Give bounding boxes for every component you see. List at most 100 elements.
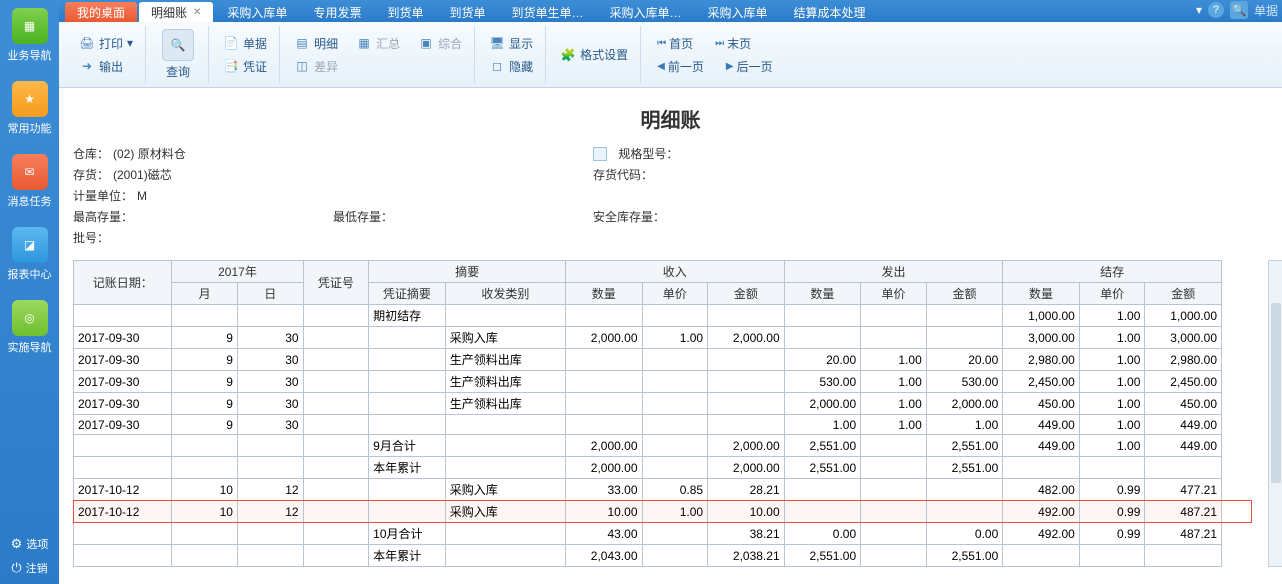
query-label: 查询 (166, 63, 190, 80)
table-row[interactable]: 2017-09-30930采购入库2,000.001.002,000.003,0… (74, 327, 1222, 349)
col-date[interactable]: 记账日期： (74, 261, 172, 305)
table-row[interactable]: 2017-09-30930生产领料出库530.001.00530.002,450… (74, 371, 1222, 393)
table-row[interactable]: 2017-09-30930生产领料出库2,000.001.002,000.004… (74, 393, 1222, 415)
tab-item[interactable]: 采购入库单 (215, 2, 299, 22)
cell: 2,551.00 (926, 435, 1003, 457)
logout-button[interactable]: ⏻注销 (11, 560, 47, 576)
col-bal-price[interactable]: 单价 (1079, 283, 1145, 305)
cell: 2,551.00 (926, 457, 1003, 479)
col-in[interactable]: 收入 (565, 261, 784, 283)
cell (642, 415, 708, 435)
cell: 487.21 (1145, 501, 1222, 523)
table-row[interactable]: 本年累计2,000.002,000.002,551.002,551.00 (74, 457, 1222, 479)
col-bal-qty[interactable]: 数量 (1003, 283, 1080, 305)
cell: 2,551.00 (784, 435, 861, 457)
col-vsum[interactable]: 凭证摘要 (369, 283, 446, 305)
first-icon: ⏮ (657, 38, 666, 49)
help-icon[interactable]: ? (1208, 2, 1224, 18)
comprehensive-button: ▣综合 (414, 32, 466, 55)
cell: 20.00 (926, 349, 1003, 371)
spec-label: 规格型号： (618, 145, 678, 162)
format-button[interactable]: 🧩格式设置 (556, 43, 632, 66)
table-row[interactable]: 2017-10-121012采购入库33.000.8528.21482.000.… (74, 479, 1222, 501)
sidebar-item-messages[interactable]: ✉ 消息任务 (8, 154, 52, 209)
table-row[interactable]: 2017-10-121012采购入库10.001.0010.00492.000.… (74, 501, 1222, 523)
prev-page-button[interactable]: ◀前一页 (651, 55, 710, 78)
cell (784, 305, 861, 327)
detail-icon: ▤ (294, 35, 310, 51)
code-label: 存货代码： (593, 166, 653, 183)
tab-item[interactable]: 采购入库单… (598, 2, 694, 22)
cell: 本年累计 (369, 457, 446, 479)
col-voucher[interactable]: 凭证号 (303, 261, 369, 305)
cell (861, 501, 927, 523)
col-out-price[interactable]: 单价 (861, 283, 927, 305)
sidebar-item-favorites[interactable]: ★ 常用功能 (8, 81, 52, 136)
cell: 33.00 (565, 479, 642, 501)
tabs-bar: 我的桌面 明细账✕采购入库单专用发票到货单到货单到货单生单…采购入库单…采购入库… (59, 0, 1282, 22)
cell (74, 523, 172, 545)
options-button[interactable]: ⚙选项 (11, 536, 49, 552)
cell: 2,450.00 (1145, 371, 1222, 393)
tab-item[interactable]: 结算成本处理 (782, 2, 878, 22)
sidebar-item-biznav[interactable]: ▦ 业务导航 (8, 8, 52, 63)
tab-item[interactable]: 采购入库单 (696, 2, 780, 22)
table-row[interactable]: 2017-09-309301.001.001.00449.001.00449.0… (74, 415, 1222, 435)
cell (369, 371, 446, 393)
hide-button[interactable]: ◻隐藏 (485, 55, 537, 78)
scrollbar-thumb[interactable] (1271, 303, 1281, 483)
col-day[interactable]: 日 (237, 283, 303, 305)
col-out-amount[interactable]: 金额 (926, 283, 1003, 305)
tab-item[interactable]: 到货单 (375, 2, 435, 22)
cell: 9 (172, 393, 238, 415)
vertical-scrollbar[interactable] (1268, 260, 1282, 567)
table-row[interactable]: 本年累计2,043.002,038.212,551.002,551.00 (74, 545, 1222, 567)
table-row[interactable]: 9月合计2,000.002,000.002,551.002,551.00449.… (74, 435, 1222, 457)
cell: 2,000.00 (565, 457, 642, 479)
col-year[interactable]: 2017年 (172, 261, 303, 283)
col-summary[interactable]: 摘要 (369, 261, 566, 283)
detail-button[interactable]: ▤明细 (290, 32, 342, 55)
tab-item[interactable]: 到货单生单… (499, 2, 595, 22)
table-row[interactable]: 期初结存1,000.001.001,000.00 (74, 305, 1222, 327)
message-icon: ✉ (12, 154, 48, 190)
tab-item[interactable]: 到货单 (437, 2, 497, 22)
cell (172, 545, 238, 567)
first-page-button[interactable]: ⏮首页 (651, 32, 699, 55)
tab-my-desktop[interactable]: 我的桌面 (65, 2, 137, 22)
cell (74, 435, 172, 457)
cell (74, 457, 172, 479)
search-icon[interactable]: 🔍 (1230, 1, 1248, 19)
singledoc-button[interactable]: 📄单据 (219, 32, 271, 55)
cell: 3,000.00 (1145, 327, 1222, 349)
query-button[interactable]: 🔍 查询 (156, 25, 200, 84)
sidebar-item-reports[interactable]: ◪ 报表中心 (8, 227, 52, 282)
col-balance[interactable]: 结存 (1003, 261, 1222, 283)
show-icon: 🖥 (489, 35, 505, 51)
col-in-price[interactable]: 单价 (642, 283, 708, 305)
cell: 1.00 (861, 349, 927, 371)
sidebar-item-implement[interactable]: ◎ 实施导航 (8, 300, 52, 355)
table-row[interactable]: 2017-09-30930生产领料出库20.001.0020.002,980.0… (74, 349, 1222, 371)
col-month[interactable]: 月 (172, 283, 238, 305)
last-page-button[interactable]: ⏭末页 (709, 32, 757, 55)
voucher-button[interactable]: 📑凭证 (219, 55, 271, 78)
col-in-amount[interactable]: 金额 (708, 283, 785, 305)
cell (1003, 545, 1080, 567)
cell: 1.00 (861, 371, 927, 393)
tab-item[interactable]: 专用发票 (301, 2, 373, 22)
tab-item[interactable]: 明细账✕ (139, 2, 213, 22)
col-iotype[interactable]: 收发类别 (445, 283, 565, 305)
export-button[interactable]: ➜输出 (75, 55, 137, 78)
tabs-dropdown-icon[interactable]: ▾ (1196, 3, 1202, 17)
col-in-qty[interactable]: 数量 (565, 283, 642, 305)
print-button[interactable]: 🖨打印 ▾ (75, 32, 137, 55)
show-button[interactable]: 🖥显示 (485, 32, 537, 55)
spec-icon[interactable] (593, 147, 607, 161)
col-out-qty[interactable]: 数量 (784, 283, 861, 305)
table-row[interactable]: 10月合计43.0038.210.000.00492.000.99487.21 (74, 523, 1222, 545)
close-icon[interactable]: ✕ (193, 7, 201, 18)
col-out[interactable]: 发出 (784, 261, 1003, 283)
next-page-button[interactable]: ▶后一页 (720, 55, 779, 78)
col-bal-amount[interactable]: 金额 (1145, 283, 1222, 305)
